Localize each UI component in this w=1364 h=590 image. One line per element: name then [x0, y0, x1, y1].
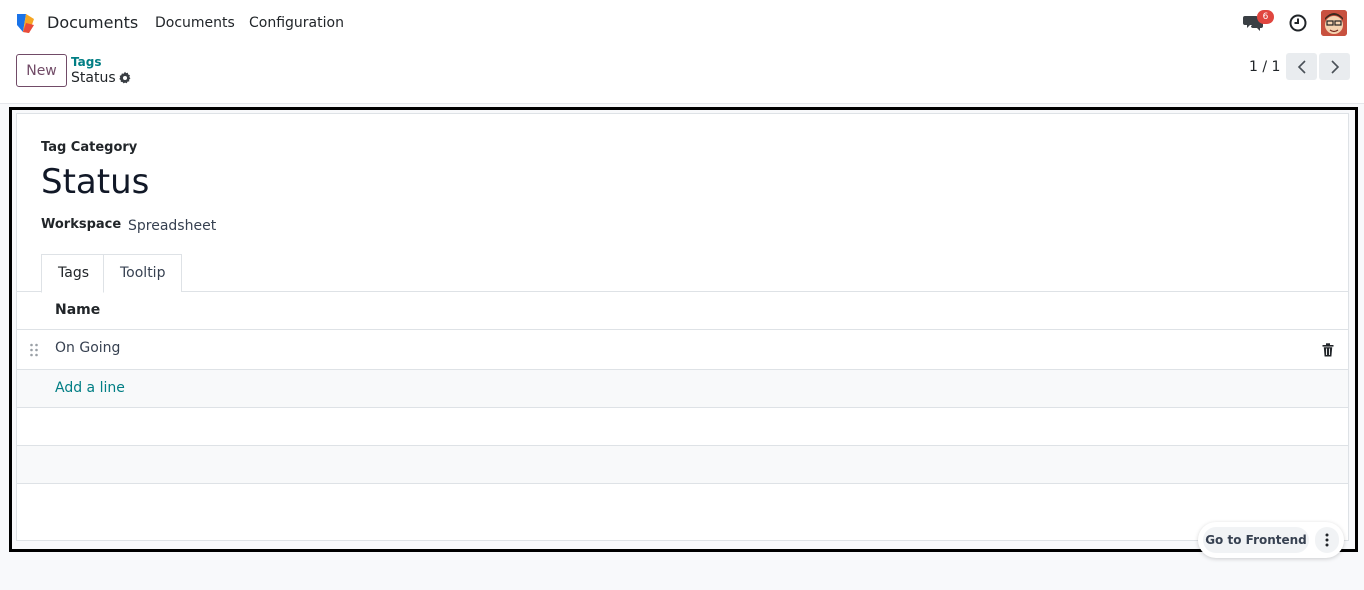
form-sheet: Tag Category Status Workspace Spreadshee…: [16, 113, 1349, 541]
kebab-menu-icon: [1325, 533, 1329, 547]
column-header-name[interactable]: Name: [55, 302, 100, 318]
tab-tags[interactable]: Tags: [41, 254, 104, 293]
breadcrumb-tags[interactable]: Tags: [71, 55, 101, 69]
breadcrumb-current: Status: [71, 70, 116, 86]
app-name[interactable]: Documents: [47, 13, 138, 32]
list-header: Name: [17, 292, 1348, 330]
more-options-button[interactable]: [1315, 527, 1339, 553]
add-line-row: Add a line: [17, 370, 1348, 408]
top-navbar: Documents Documents Configuration 6: [0, 0, 1364, 46]
trash-icon[interactable]: [1322, 343, 1334, 357]
empty-row: [17, 484, 1348, 522]
table-row[interactable]: On Going: [17, 330, 1348, 370]
record-title[interactable]: Status: [41, 162, 149, 202]
chat-badge: 6: [1257, 10, 1274, 24]
activity-clock-icon[interactable]: [1289, 14, 1307, 32]
control-panel: New Tags Status 1 / 1: [0, 46, 1364, 104]
empty-row: [17, 408, 1348, 446]
empty-row: [17, 446, 1348, 484]
add-a-line-link[interactable]: Add a line: [55, 380, 125, 396]
chevron-left-icon: [1297, 59, 1306, 74]
menu-configuration[interactable]: Configuration: [249, 15, 344, 31]
go-to-frontend-button[interactable]: Go to Frontend: [1203, 527, 1309, 553]
workspace-field[interactable]: Spreadsheet: [128, 218, 216, 234]
pager-value[interactable]: 1 / 1: [1249, 59, 1280, 75]
workspace-label: Workspace: [41, 217, 122, 232]
user-avatar[interactable]: [1321, 10, 1347, 36]
drag-handle-icon[interactable]: [29, 343, 39, 357]
gear-icon[interactable]: [118, 71, 132, 85]
menu-documents[interactable]: Documents: [155, 15, 235, 31]
tag-category-label: Tag Category: [41, 140, 138, 155]
chevron-right-icon: [1330, 59, 1339, 74]
row-name-cell[interactable]: On Going: [55, 340, 120, 356]
pager-next-button[interactable]: [1319, 53, 1350, 80]
documents-app-icon[interactable]: [14, 11, 38, 35]
new-button[interactable]: New: [16, 54, 67, 87]
notebook-tabs: Tags Tooltip: [17, 254, 1348, 293]
pager-previous-button[interactable]: [1286, 53, 1317, 80]
tab-tooltip[interactable]: Tooltip: [104, 254, 182, 292]
floating-actions: Go to Frontend: [1198, 522, 1344, 558]
